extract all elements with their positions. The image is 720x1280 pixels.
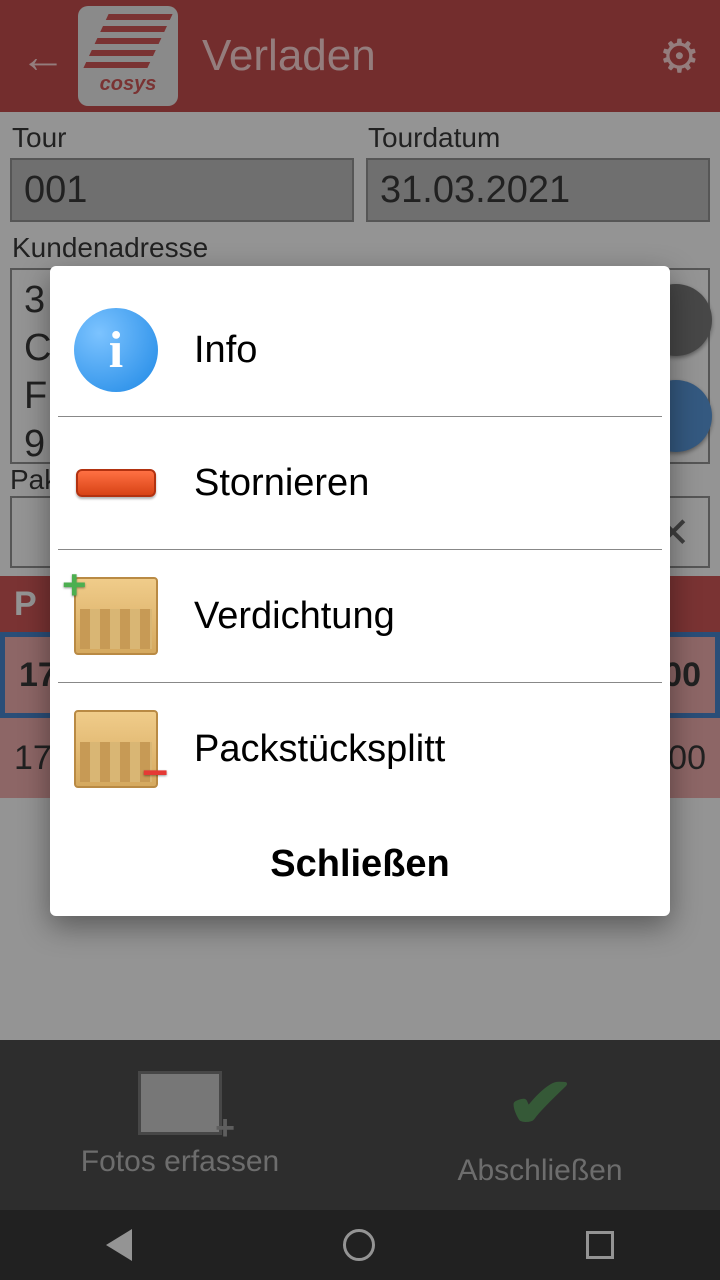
info-icon: i	[74, 308, 158, 392]
dialog-item-stornieren[interactable]: Stornieren	[58, 417, 662, 550]
cancel-icon	[76, 469, 156, 497]
dialog-item-label: Packstücksplitt	[194, 728, 445, 771]
dialog-item-packsplit[interactable]: Packstücksplitt	[58, 683, 662, 815]
dialog-item-label: Stornieren	[194, 462, 369, 505]
crate-split-icon	[74, 710, 158, 788]
crate-add-icon	[74, 577, 158, 655]
dialog-item-info[interactable]: i Info	[58, 284, 662, 417]
context-dialog: i Info Stornieren Verdichtung Packstücks…	[50, 266, 670, 916]
dialog-item-verdichtung[interactable]: Verdichtung	[58, 550, 662, 683]
dialog-close-button[interactable]: Schließen	[50, 815, 670, 896]
dialog-item-label: Verdichtung	[194, 595, 395, 638]
dialog-item-label: Info	[194, 329, 257, 372]
